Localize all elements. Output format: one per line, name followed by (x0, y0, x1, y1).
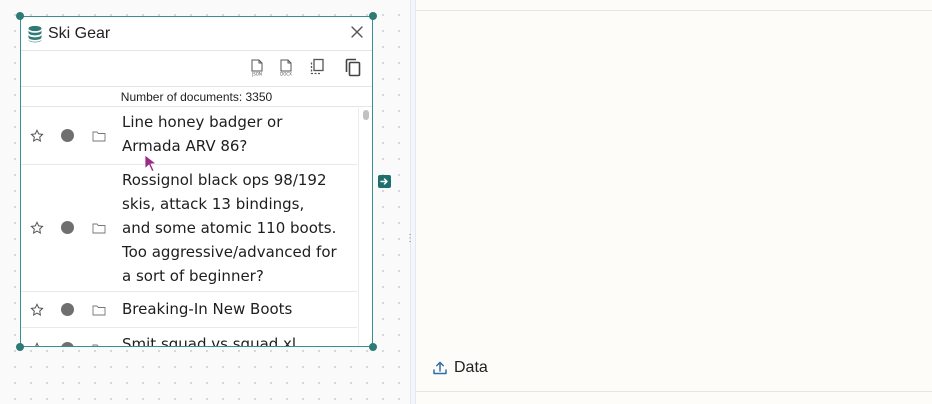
list-item[interactable]: Rossignol black ops 98/192 skis, attack … (21, 165, 357, 292)
resize-handle-bottom-right[interactable] (369, 343, 377, 351)
star-icon[interactable] (30, 303, 44, 317)
duplicate-button[interactable] (344, 58, 362, 78)
folder-icon[interactable] (92, 130, 106, 142)
json-label: JSON (251, 72, 262, 77)
folder-icon[interactable] (92, 304, 106, 316)
duplicate-icon (345, 58, 361, 77)
copy-button[interactable] (309, 58, 325, 78)
card-header[interactable]: Ski Gear (21, 17, 372, 51)
expand-button[interactable] (378, 175, 391, 188)
divider (416, 10, 932, 11)
document-title: Line honey badger or Armada ARV 86? (122, 113, 283, 155)
resize-handle-bottom-left[interactable] (16, 343, 24, 351)
status-dot-icon (61, 129, 74, 142)
close-icon[interactable] (350, 25, 364, 39)
folder-icon[interactable] (92, 343, 106, 346)
divider (416, 391, 932, 392)
database-icon (28, 25, 42, 42)
folder-icon[interactable] (92, 222, 106, 234)
data-tab-label: Data (454, 359, 488, 376)
document-list[interactable]: Line honey badger or Armada ARV 86? Ross… (21, 108, 357, 346)
docx-label: DOCX (280, 72, 292, 77)
json-file-icon: JSON (251, 59, 263, 77)
star-icon[interactable] (30, 221, 44, 235)
scrollbar-thumb[interactable] (363, 110, 369, 120)
status-dot-icon (61, 221, 74, 234)
document-title: Smit squad vs squad xl (122, 335, 297, 346)
list-item[interactable]: Breaking-In New Boots (21, 292, 357, 328)
document-count: Number of documents: 3350 (21, 87, 372, 107)
list-item[interactable]: Smit squad vs squad xl (21, 328, 357, 346)
export-docx-button[interactable]: DOCX (279, 59, 293, 77)
document-title: Breaking-In New Boots (122, 300, 293, 318)
right-panel: Data (416, 0, 932, 404)
docx-file-icon: DOCX (280, 59, 292, 77)
status-dot-icon (61, 303, 74, 316)
star-icon[interactable] (30, 342, 44, 346)
resize-handle-top-right[interactable] (369, 12, 377, 20)
star-icon[interactable] (30, 129, 44, 143)
export-json-button[interactable]: JSON (250, 59, 264, 77)
document-title: Rossignol black ops 98/192 skis, attack … (122, 171, 337, 285)
list-scrollbar[interactable] (358, 108, 372, 346)
document-card[interactable]: Ski Gear JSON DOCX Number of documents: … (20, 16, 373, 347)
upload-icon (433, 361, 447, 375)
arrow-right-icon (380, 178, 388, 185)
list-item[interactable]: Line honey badger or Armada ARV 86? (21, 108, 357, 165)
copy-icon (310, 58, 324, 75)
mouse-cursor-icon (144, 154, 158, 173)
data-tab[interactable]: Data (432, 356, 488, 380)
resize-handle-top-left[interactable] (16, 12, 24, 20)
card-title: Ski Gear (48, 24, 111, 42)
card-toolbar: JSON DOCX (21, 51, 372, 87)
status-dot-icon (61, 342, 74, 346)
